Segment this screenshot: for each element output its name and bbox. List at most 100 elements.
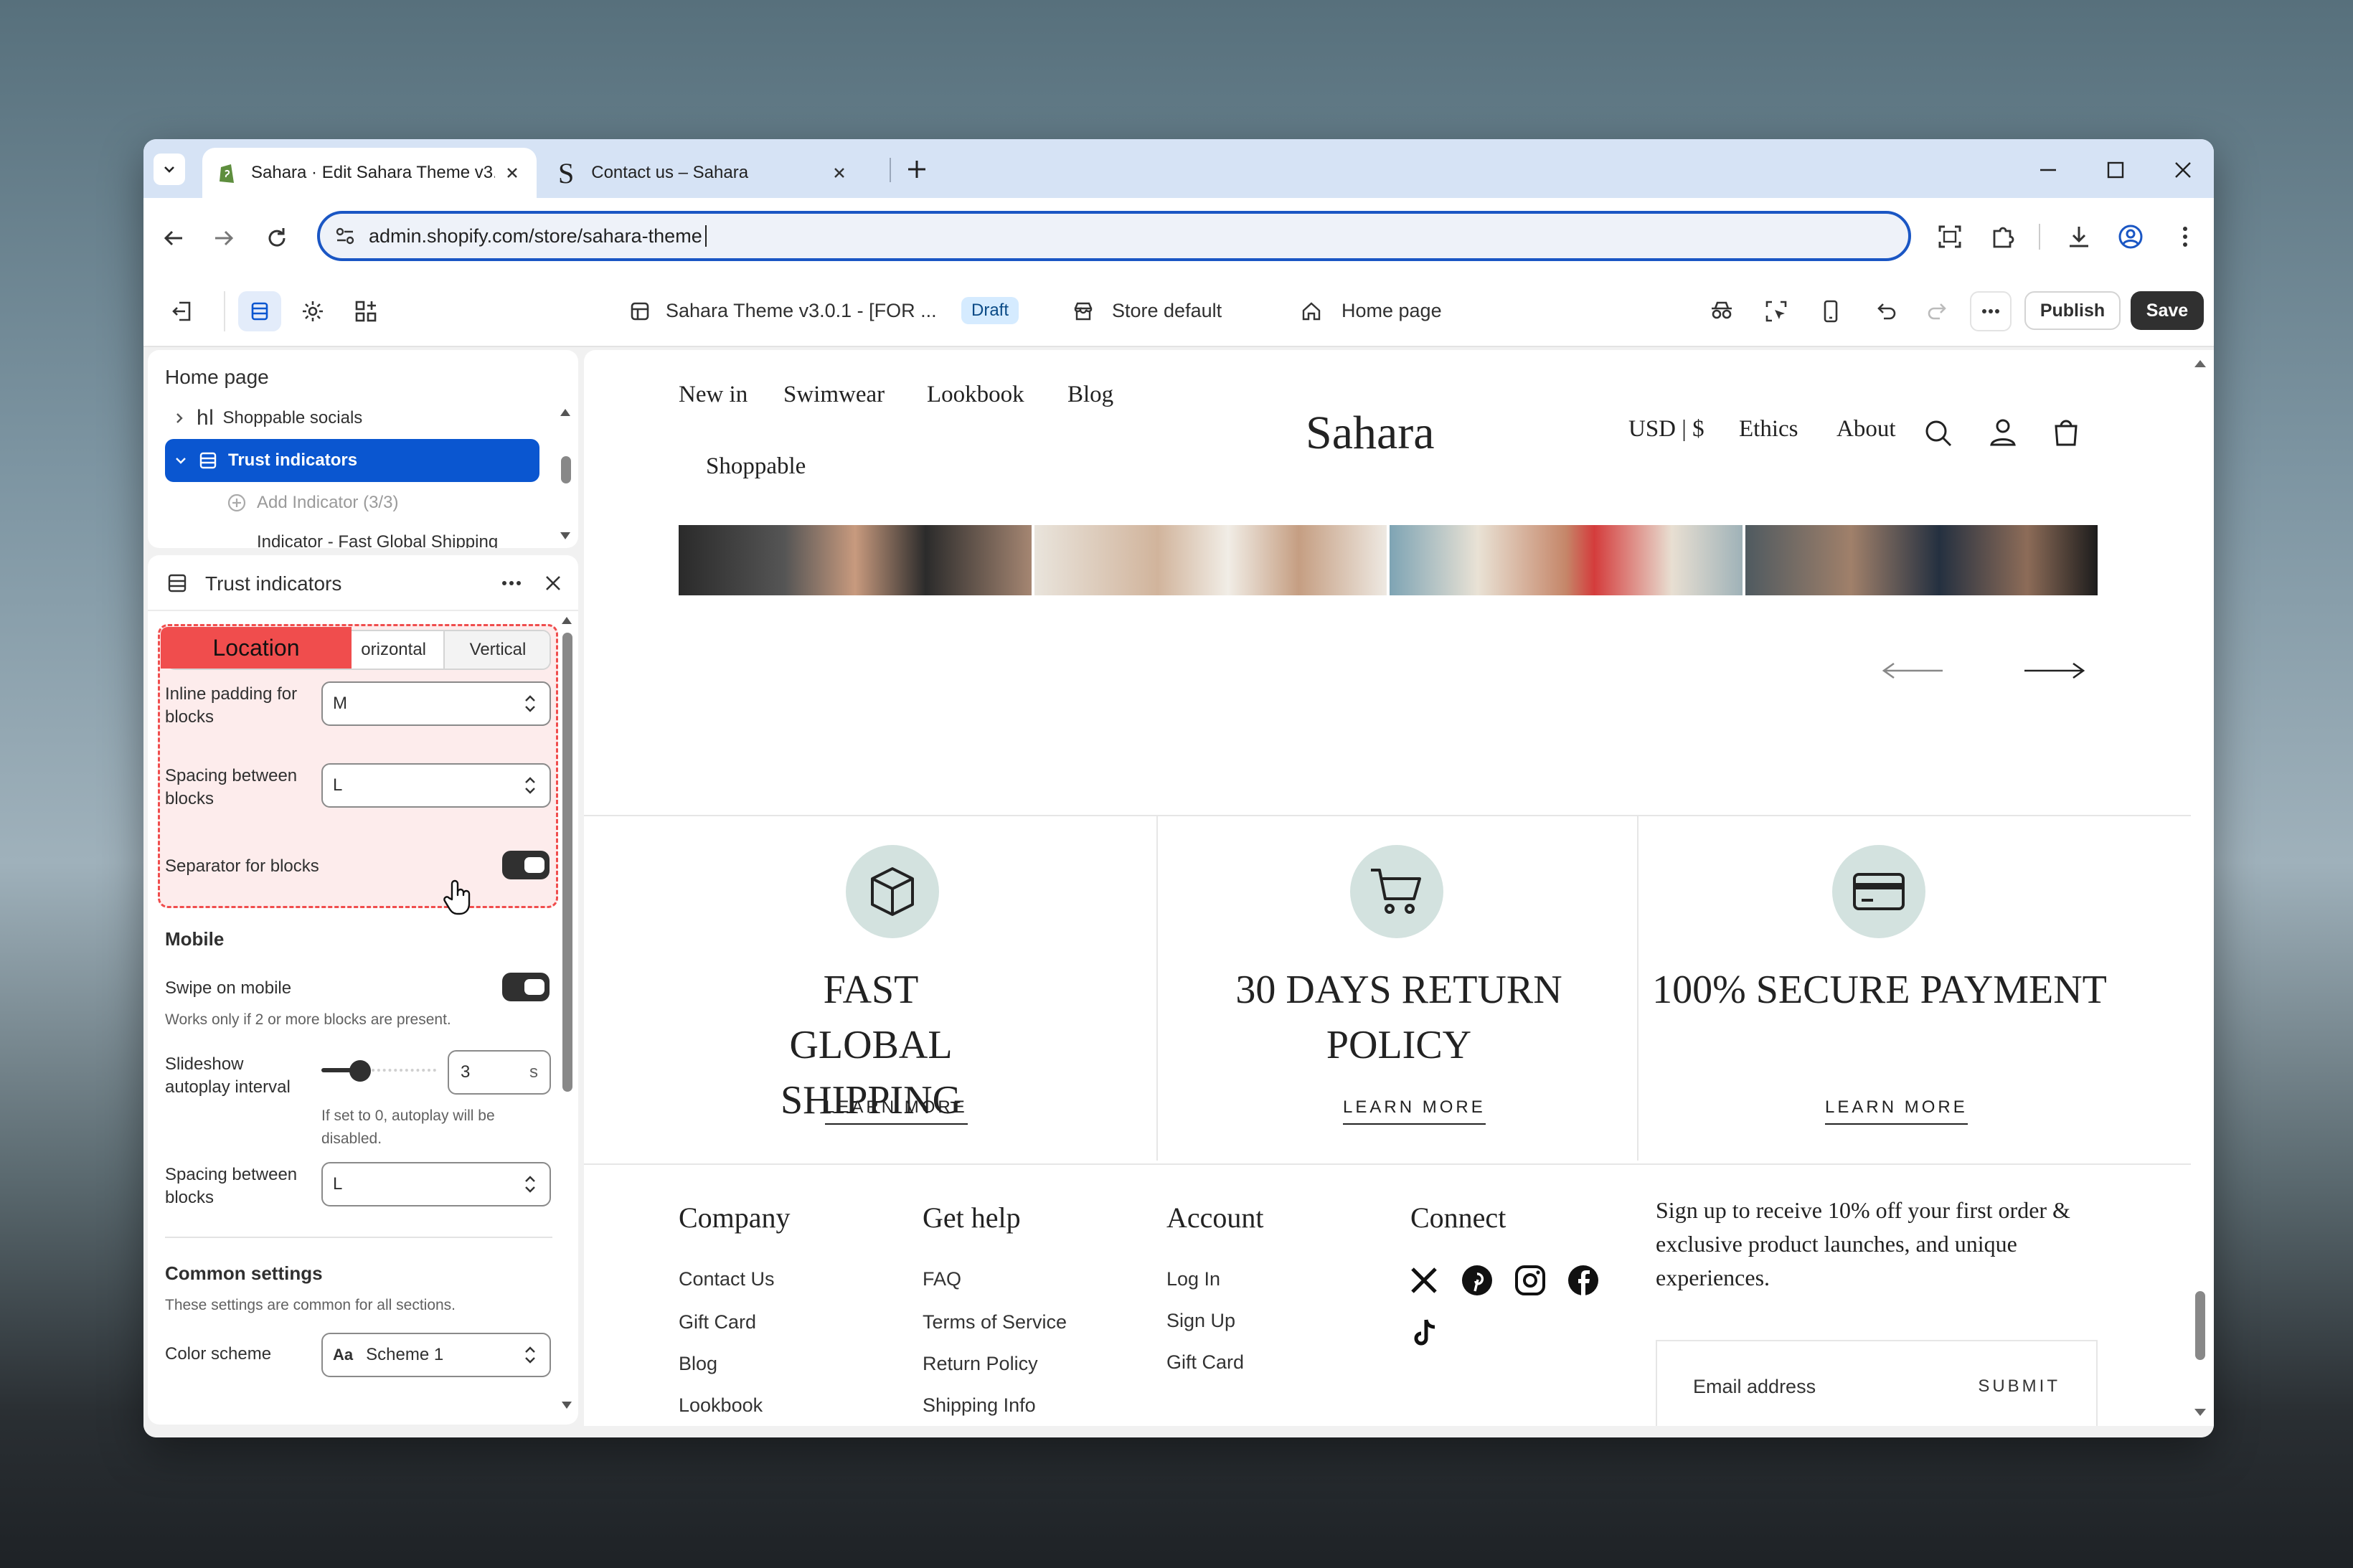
spacing-desktop-select[interactable]: L [321, 763, 551, 808]
inline-padding-select[interactable]: M [321, 681, 551, 726]
download-icon[interactable] [2065, 222, 2093, 251]
mobile-preview-icon[interactable] [1818, 298, 1844, 324]
footer-link[interactable]: Shipping Info [923, 1394, 1036, 1417]
footer-link[interactable]: Terms of Service [923, 1311, 1067, 1333]
select-tool-icon[interactable] [1763, 298, 1789, 324]
tree-item-trust-indicators[interactable]: Trust indicators [165, 439, 539, 482]
trust-indicator[interactable]: 30 DAYS RETURN POLICY LEARN MORE [1159, 816, 1638, 1161]
nav-lookbook[interactable]: Lookbook [927, 382, 1024, 408]
footer-link[interactable]: Contact Us [679, 1268, 775, 1290]
autoplay-input[interactable]: 3 s [448, 1050, 551, 1095]
pinterest-icon[interactable] [1461, 1264, 1494, 1297]
footer-link[interactable]: Gift Card [679, 1311, 756, 1333]
trust-indicator[interactable]: 100% SECURE PAYMENT LEARN MORE [1640, 816, 2119, 1161]
color-scheme-select[interactable]: Aa Scheme 1 [321, 1333, 551, 1377]
footer-link[interactable]: Return Policy [923, 1353, 1038, 1375]
lookbook-image[interactable] [1745, 525, 2098, 595]
footer-link[interactable]: Sign Up [1166, 1310, 1235, 1332]
inspector-icon[interactable] [1709, 298, 1735, 324]
arrow-right-icon[interactable] [2022, 660, 2086, 681]
store-logo[interactable]: Sahara [1306, 406, 1435, 461]
site-info-icon[interactable] [333, 224, 357, 248]
x-icon[interactable] [1409, 1265, 1439, 1295]
learn-more-link[interactable]: LEARN MORE [825, 1097, 968, 1125]
apps-icon[interactable] [353, 298, 379, 324]
nav-currency[interactable]: USD | $ [1628, 416, 1704, 443]
maximize-icon[interactable] [2105, 159, 2126, 181]
tab-search-button[interactable] [154, 154, 185, 185]
gear-icon[interactable] [300, 298, 326, 324]
autoplay-slider[interactable] [321, 1057, 436, 1083]
forward-icon[interactable] [209, 224, 238, 252]
redo-icon[interactable] [1925, 298, 1951, 324]
theme-name[interactable]: Sahara Theme v3.0.1 - [FOR ... [666, 300, 937, 322]
more-icon[interactable] [499, 572, 524, 594]
sections-button[interactable] [238, 291, 281, 331]
store-context[interactable]: Store default [1112, 300, 1222, 322]
search-icon[interactable] [1923, 417, 1954, 449]
trust-indicator[interactable]: FAST GLOBAL SHIPPING LEARN MORE [584, 816, 1158, 1161]
tab-edit-theme[interactable]: Sahara · Edit Sahara Theme v3.0 [202, 148, 537, 198]
chevron-right-icon[interactable] [172, 411, 187, 425]
tab-contact[interactable]: S Contact us – Sahara [545, 148, 880, 198]
segment-vertical[interactable]: Vertical [443, 631, 550, 669]
scroll-up-arrow[interactable] [2194, 359, 2207, 369]
more-actions-button[interactable] [1970, 291, 2012, 331]
lookbook-image[interactable] [679, 525, 1032, 595]
nav-blog[interactable]: Blog [1067, 382, 1113, 408]
swipe-toggle[interactable] [502, 973, 550, 1001]
extensions-icon[interactable] [1989, 222, 2017, 251]
email-input[interactable]: Email address SUBMIT [1656, 1340, 2098, 1426]
cart-bag-icon[interactable] [2050, 416, 2082, 448]
scroll-down-arrow[interactable] [2194, 1407, 2207, 1417]
tree-item-shoppable-socials[interactable]: hǀ Shoppable socials [165, 400, 538, 436]
submit-button[interactable]: SUBMIT [1978, 1376, 2060, 1397]
scroll-down-arrow[interactable] [561, 1400, 572, 1410]
nav-shoppable[interactable]: Shoppable [706, 453, 806, 480]
minimize-icon[interactable] [2037, 159, 2059, 181]
scroll-down-arrow[interactable] [560, 531, 571, 541]
scroll-up-arrow[interactable] [561, 615, 572, 625]
new-tab-icon[interactable] [904, 156, 930, 182]
profile-icon[interactable] [2116, 222, 2145, 251]
account-icon[interactable] [1987, 416, 2019, 448]
facebook-icon[interactable] [1567, 1264, 1600, 1297]
footer-link[interactable]: FAQ [923, 1268, 961, 1290]
footer-link[interactable]: Blog [679, 1353, 717, 1375]
separator-toggle[interactable] [502, 851, 550, 879]
preview-scrollbar-thumb[interactable] [2195, 1291, 2205, 1360]
nav-new-in[interactable]: New in [679, 382, 748, 408]
settings-scrollbar-thumb[interactable] [562, 633, 572, 1092]
page-context[interactable]: Home page [1341, 300, 1442, 322]
screen-capture-icon[interactable] [1935, 222, 1964, 251]
nav-swimwear[interactable]: Swimwear [783, 382, 885, 408]
close-window-icon[interactable] [2172, 159, 2194, 181]
url-field[interactable]: admin.shopify.com/store/sahara-theme [317, 211, 1911, 261]
footer-link[interactable]: Gift Card [1166, 1351, 1244, 1374]
lookbook-image[interactable] [1034, 525, 1387, 595]
chevron-down-icon[interactable] [174, 453, 188, 468]
nav-about[interactable]: About [1836, 416, 1896, 443]
browser-menu-icon[interactable] [2171, 222, 2199, 251]
slider-knob[interactable] [349, 1060, 371, 1082]
save-button[interactable]: Save [2131, 291, 2204, 330]
instagram-icon[interactable] [1514, 1264, 1547, 1297]
spacing-mobile-select[interactable]: L [321, 1162, 551, 1206]
publish-button[interactable]: Publish [2024, 291, 2121, 330]
nav-ethics[interactable]: Ethics [1739, 416, 1798, 443]
tree-scrollbar-thumb[interactable] [561, 456, 571, 483]
footer-link[interactable]: Lookbook [679, 1394, 763, 1417]
close-icon[interactable] [832, 166, 847, 180]
arrow-left-icon[interactable] [1881, 660, 1946, 681]
undo-icon[interactable] [1872, 298, 1898, 324]
learn-more-link[interactable]: LEARN MORE [1825, 1097, 1968, 1125]
learn-more-link[interactable]: LEARN MORE [1343, 1097, 1486, 1125]
tiktok-icon[interactable] [1410, 1317, 1440, 1350]
close-icon[interactable] [544, 574, 562, 592]
close-icon[interactable] [505, 166, 519, 180]
exit-icon[interactable] [169, 298, 195, 324]
back-icon[interactable] [159, 224, 188, 252]
lookbook-image[interactable] [1390, 525, 1743, 595]
footer-link[interactable]: Log In [1166, 1268, 1220, 1290]
scroll-up-arrow[interactable] [560, 407, 571, 417]
